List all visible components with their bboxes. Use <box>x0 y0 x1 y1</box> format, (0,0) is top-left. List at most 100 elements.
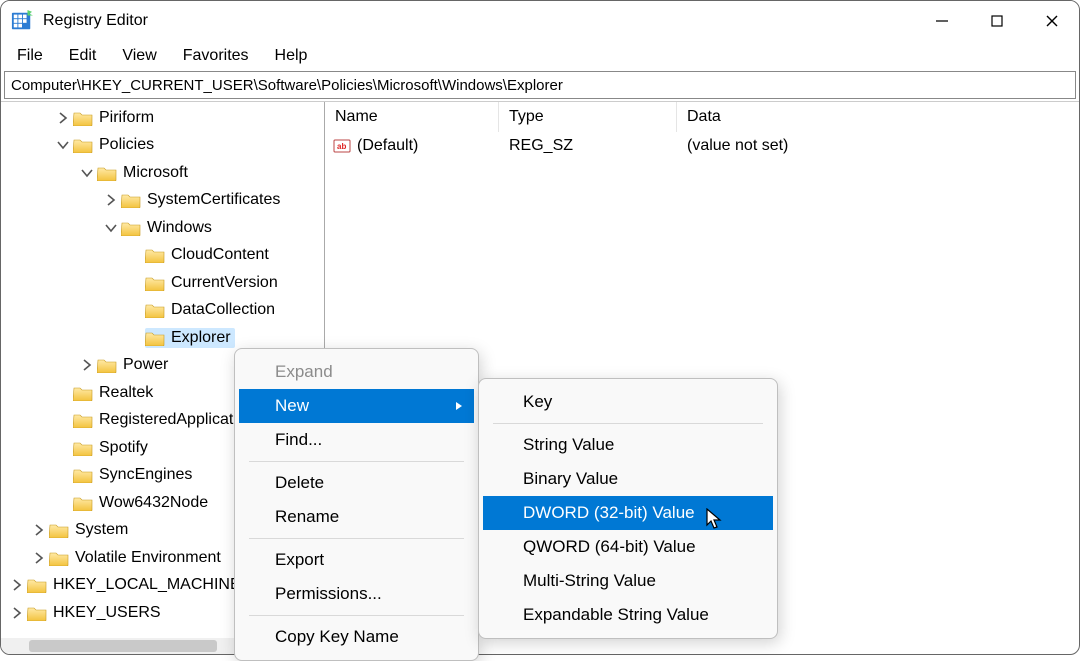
menubar: File Edit View Favorites Help <box>1 41 1079 71</box>
tree-item-label: DataCollection <box>171 301 275 319</box>
folder-icon <box>121 220 141 236</box>
tree-item-label: Power <box>123 356 168 374</box>
tree-item-label: SyncEngines <box>99 466 192 484</box>
context-menu-item-label: Multi-String Value <box>523 571 656 591</box>
tree-item-label: System <box>75 521 128 539</box>
column-header-type[interactable]: Type <box>499 102 677 132</box>
svg-text:ab: ab <box>337 142 346 151</box>
context-menu-item-label: String Value <box>523 435 614 455</box>
tree-item[interactable]: CloudContent <box>5 242 324 270</box>
context-menu-item-label: New <box>275 396 309 416</box>
folder-icon <box>97 165 117 181</box>
context-menu-item[interactable]: Permissions... <box>239 577 474 611</box>
tree-item[interactable]: Windows <box>5 214 324 242</box>
context-menu-item-label: Find... <box>275 430 322 450</box>
folder-icon <box>145 275 165 291</box>
folder-icon <box>49 522 69 538</box>
context-menu-item-label: DWORD (32-bit) Value <box>523 503 695 523</box>
folder-icon <box>121 192 141 208</box>
chevron-right-icon[interactable] <box>103 192 119 208</box>
chevron-right-icon[interactable] <box>9 577 25 593</box>
context-menu-item[interactable]: DWORD (32-bit) Value <box>483 496 773 530</box>
folder-icon <box>145 247 165 263</box>
context-menu-item[interactable]: Copy Key Name <box>239 620 474 654</box>
chevron-right-icon[interactable] <box>79 357 95 373</box>
context-menu-item[interactable]: Export <box>239 543 474 577</box>
tree-item-label: SystemCertificates <box>147 191 280 209</box>
tree-item[interactable]: Policies <box>5 132 324 160</box>
chevron-down-icon[interactable] <box>79 165 95 181</box>
folder-icon <box>145 330 165 346</box>
folder-icon <box>73 440 93 456</box>
menu-file[interactable]: File <box>5 43 55 69</box>
list-header: Name Type Data <box>325 102 1079 132</box>
context-menu-item-label: Export <box>275 550 324 570</box>
tree-item-label: Spotify <box>99 439 148 457</box>
context-menu-item-label: Delete <box>275 473 324 493</box>
chevron-down-icon[interactable] <box>55 137 71 153</box>
value-type: REG_SZ <box>499 137 677 155</box>
menu-favorites[interactable]: Favorites <box>171 43 261 69</box>
context-menu-item[interactable]: String Value <box>483 428 773 462</box>
chevron-down-icon[interactable] <box>103 220 119 236</box>
menu-separator <box>249 538 464 539</box>
context-menu: Expand New Find... Delete Rename Export Permis… <box>234 348 479 661</box>
minimize-button[interactable] <box>914 1 969 41</box>
tree-item-label: Realtek <box>99 384 153 402</box>
context-menu-item[interactable]: New <box>239 389 474 423</box>
tree-item-label: HKEY_LOCAL_MACHINE <box>53 576 241 594</box>
context-menu-item[interactable]: Multi-String Value <box>483 564 773 598</box>
tree-item[interactable]: DataCollection <box>5 297 324 325</box>
tree-item-label: Piriform <box>99 109 154 127</box>
folder-icon <box>49 550 69 566</box>
window-controls <box>914 1 1079 41</box>
value-data: (value not set) <box>677 137 1079 155</box>
tree-item[interactable]: SystemCertificates <box>5 187 324 215</box>
context-menu-item-label: Expand <box>275 362 333 382</box>
context-menu-item-label: Copy Key Name <box>275 627 399 647</box>
context-menu-item-label: Permissions... <box>275 584 382 604</box>
value-name: (Default) <box>357 137 418 155</box>
column-header-data[interactable]: Data <box>677 102 1079 132</box>
context-menu-item[interactable]: Find... <box>239 423 474 457</box>
folder-icon <box>73 110 93 126</box>
context-menu-item-label: Key <box>523 392 552 412</box>
tree-item[interactable]: Microsoft <box>5 159 324 187</box>
tree-item-label: Volatile Environment <box>75 549 221 567</box>
tree-item[interactable]: Piriform <box>5 104 324 132</box>
column-header-name[interactable]: Name <box>325 102 499 132</box>
context-menu-item[interactable]: Expandable String Value <box>483 598 773 632</box>
scrollbar-thumb[interactable] <box>29 640 217 652</box>
menu-edit[interactable]: Edit <box>57 43 109 69</box>
folder-icon <box>73 495 93 511</box>
menu-separator <box>493 423 763 424</box>
window-title: Registry Editor <box>43 12 148 30</box>
context-menu-item-label: Binary Value <box>523 469 618 489</box>
tree-item-label: Policies <box>99 136 154 154</box>
close-button[interactable] <box>1024 1 1079 41</box>
menu-help[interactable]: Help <box>263 43 320 69</box>
chevron-right-icon[interactable] <box>55 110 71 126</box>
chevron-right-icon[interactable] <box>31 550 47 566</box>
folder-icon <box>27 577 47 593</box>
context-menu-item[interactable]: Binary Value <box>483 462 773 496</box>
tree-item-label: Microsoft <box>123 164 188 182</box>
context-menu-item[interactable]: QWORD (64-bit) Value <box>483 530 773 564</box>
context-menu-item[interactable]: Rename <box>239 500 474 534</box>
folder-icon <box>73 412 93 428</box>
tree-item[interactable]: CurrentVersion <box>5 269 324 297</box>
menu-view[interactable]: View <box>110 43 168 69</box>
address-bar[interactable]: Computer\HKEY_CURRENT_USER\Software\Poli… <box>4 71 1076 99</box>
context-menu-item-label: Rename <box>275 507 339 527</box>
context-menu-item[interactable]: Delete <box>239 466 474 500</box>
chevron-right-icon[interactable] <box>31 522 47 538</box>
maximize-button[interactable] <box>969 1 1024 41</box>
titlebar[interactable]: Registry Editor <box>1 1 1079 41</box>
chevron-right-icon[interactable] <box>9 605 25 621</box>
registry-editor-icon <box>11 10 33 32</box>
chevron-right-icon <box>454 396 464 416</box>
list-row[interactable]: ab (Default) REG_SZ (value not set) <box>325 132 1079 160</box>
tree-item-label: Windows <box>147 219 212 237</box>
string-value-icon: ab <box>333 137 351 155</box>
context-menu-item[interactable]: Key <box>483 385 773 419</box>
